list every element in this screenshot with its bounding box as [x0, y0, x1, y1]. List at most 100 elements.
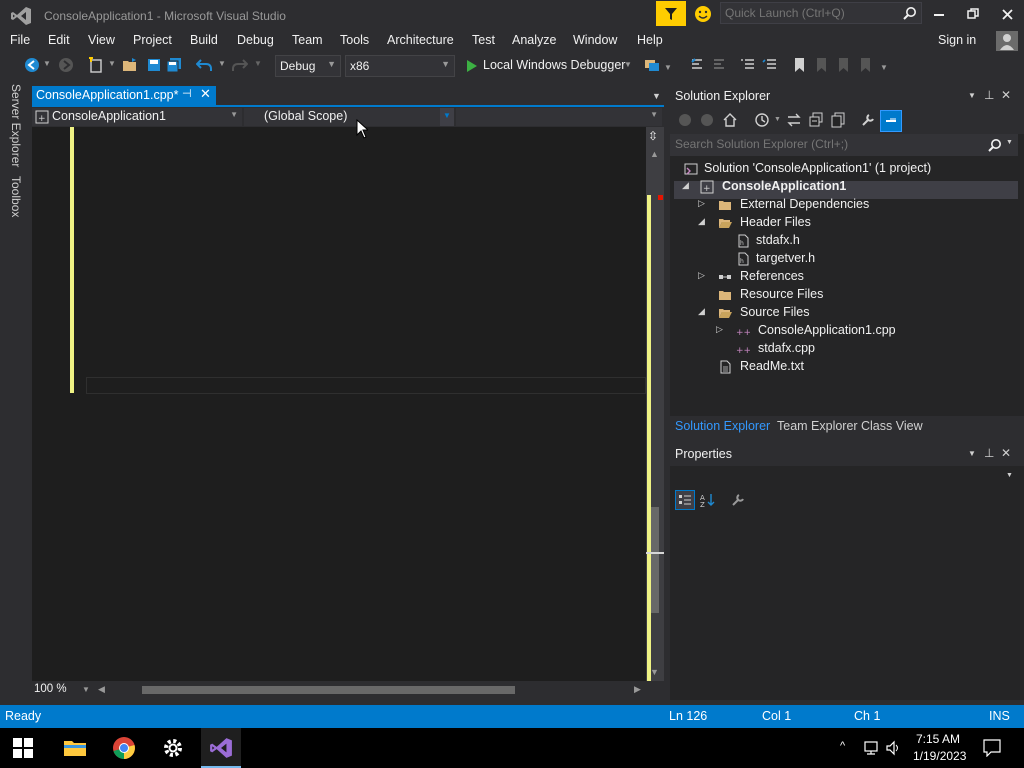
sign-in-link[interactable]: Sign in: [938, 33, 976, 47]
server-explorer-tab[interactable]: Server Explorer: [9, 84, 23, 167]
alphabetical-sort-icon[interactable]: AZ: [700, 492, 716, 508]
split-window-icon[interactable]: ⇳: [648, 129, 658, 143]
menu-file[interactable]: File: [10, 33, 30, 47]
zoom-dropdown-icon[interactable]: ▼: [82, 685, 90, 694]
status-insert-mode[interactable]: INS: [989, 709, 1010, 723]
menu-team[interactable]: Team: [292, 33, 323, 47]
start-debugging-play-icon[interactable]: [464, 58, 480, 74]
window-position-dropdown-icon[interactable]: ▼: [968, 91, 976, 100]
undo-icon[interactable]: [196, 57, 212, 73]
uncomment-lines-icon[interactable]: [762, 57, 778, 73]
zoom-level[interactable]: 100 %: [34, 683, 67, 695]
open-folder-icon[interactable]: [122, 57, 138, 73]
back-icon[interactable]: [678, 113, 692, 127]
comment-lines-icon[interactable]: [740, 57, 756, 73]
solution-platform-select[interactable]: x86 ▼: [345, 55, 455, 77]
forward-icon[interactable]: [700, 113, 714, 127]
expanded-arrow-icon[interactable]: ◢: [698, 216, 710, 227]
new-project-icon[interactable]: [88, 57, 104, 73]
browser-link-icon[interactable]: [644, 57, 660, 73]
windows-start-icon[interactable]: [13, 738, 33, 758]
run-target-label[interactable]: Local Windows Debugger: [483, 58, 625, 72]
pin-tab-icon[interactable]: ⊣: [182, 87, 192, 100]
scope-dropdown-button[interactable]: ▼: [440, 108, 454, 126]
redo-icon[interactable]: [232, 57, 248, 73]
menu-architecture[interactable]: Architecture: [387, 33, 454, 47]
solution-explorer-search-input[interactable]: [675, 137, 975, 151]
next-bookmark-icon[interactable]: [836, 57, 852, 73]
feedback-smiley-icon[interactable]: [693, 4, 713, 24]
search-icon[interactable]: [988, 138, 1002, 152]
restore-button[interactable]: [960, 4, 986, 24]
pin-icon[interactable]: ⊥: [984, 446, 994, 460]
back-dropdown-icon[interactable]: ▼: [43, 59, 51, 68]
tab-overflow-dropdown-icon[interactable]: ▼: [652, 91, 661, 101]
navigate-back-icon[interactable]: [24, 57, 40, 73]
horizontal-scrollbar-thumb[interactable]: [142, 686, 515, 694]
scroll-left-icon[interactable]: ◀: [98, 684, 105, 695]
notification-filter-icon[interactable]: [656, 1, 686, 26]
menu-project[interactable]: Project: [133, 33, 172, 47]
show-hidden-icons-icon[interactable]: ^: [840, 740, 845, 752]
new-dropdown-icon[interactable]: ▼: [108, 59, 116, 68]
toolbox-tab[interactable]: Toolbox: [9, 176, 23, 217]
window-position-dropdown-icon[interactable]: ▼: [968, 449, 976, 458]
visual-studio-taskbar-button[interactable]: [201, 728, 241, 768]
scrollbar-thumb[interactable]: [651, 507, 659, 613]
step-over-icon[interactable]: [712, 57, 728, 73]
close-icon[interactable]: [994, 4, 1020, 24]
property-pages-wrench-icon[interactable]: [730, 492, 746, 508]
collapsed-arrow-icon[interactable]: ▷: [698, 198, 710, 209]
toolbar-options-icon[interactable]: ▼: [880, 63, 888, 72]
scope-dropdown[interactable]: (Global Scope): [244, 108, 454, 126]
menu-build[interactable]: Build: [190, 33, 218, 47]
close-icon[interactable]: ✕: [1001, 88, 1011, 102]
editor-horizontal-scrollbar[interactable]: ◀ ▶: [98, 683, 646, 697]
pin-icon[interactable]: ⊥: [984, 88, 994, 102]
file-explorer-icon[interactable]: [63, 736, 87, 760]
menu-debug[interactable]: Debug: [237, 33, 274, 47]
tab-solution-explorer[interactable]: Solution Explorer: [675, 419, 770, 433]
step-into-icon[interactable]: [690, 57, 706, 73]
menu-test[interactable]: Test: [472, 33, 495, 47]
tab-class-view[interactable]: Class View: [861, 419, 923, 433]
pending-changes-filter-icon[interactable]: [754, 112, 770, 128]
navigate-forward-icon[interactable]: [58, 57, 74, 73]
solution-configuration-select[interactable]: Debug ▼: [275, 55, 341, 77]
editor-vertical-scrollbar[interactable]: ⇳ ▲ ▼: [646, 127, 664, 681]
collapse-all-icon[interactable]: [808, 112, 824, 128]
search-options-dropdown-icon[interactable]: ▼: [1006, 139, 1013, 146]
properties-wrench-icon[interactable]: [860, 112, 876, 128]
expanded-arrow-icon[interactable]: ◢: [698, 306, 710, 317]
member-dropdown[interactable]: ▼: [456, 108, 662, 126]
show-all-files-icon[interactable]: [830, 112, 846, 128]
settings-gear-icon[interactable]: [161, 736, 185, 760]
filter-dropdown-icon[interactable]: ▼: [774, 116, 781, 123]
quick-launch-box[interactable]: [720, 2, 922, 24]
redo-dropdown-icon[interactable]: ▼: [254, 59, 262, 68]
categorized-view-button[interactable]: [675, 490, 695, 510]
minimize-button[interactable]: [926, 4, 952, 24]
close-icon[interactable]: ✕: [1001, 446, 1011, 460]
quick-launch-input[interactable]: [725, 6, 895, 20]
menu-edit[interactable]: Edit: [48, 33, 70, 47]
scroll-up-icon[interactable]: ▲: [650, 149, 659, 159]
menu-help[interactable]: Help: [637, 33, 663, 47]
scroll-down-icon[interactable]: ▼: [650, 667, 659, 677]
clock-date[interactable]: 1/19/2023: [913, 749, 966, 763]
previous-bookmark-icon[interactable]: [814, 57, 830, 73]
collapsed-arrow-icon[interactable]: ▷: [698, 270, 710, 281]
menu-tools[interactable]: Tools: [340, 33, 369, 47]
expanded-arrow-icon[interactable]: ◢: [682, 180, 694, 191]
sync-with-document-icon[interactable]: [786, 112, 802, 128]
menu-window[interactable]: Window: [573, 33, 617, 47]
code-editor[interactable]: [49, 127, 646, 681]
menu-view[interactable]: View: [88, 33, 115, 47]
run-target-dropdown-icon[interactable]: ▼: [624, 60, 632, 69]
account-avatar-icon[interactable]: [996, 31, 1018, 51]
clock-time[interactable]: 7:15 AM: [916, 732, 960, 746]
close-tab-icon[interactable]: ✕: [200, 86, 211, 102]
collapsed-arrow-icon[interactable]: ▷: [716, 324, 728, 335]
save-icon[interactable]: [146, 57, 162, 73]
tab-consoleapplication1-cpp[interactable]: ConsoleApplication1.cpp* ⊣ ✕: [32, 86, 216, 106]
